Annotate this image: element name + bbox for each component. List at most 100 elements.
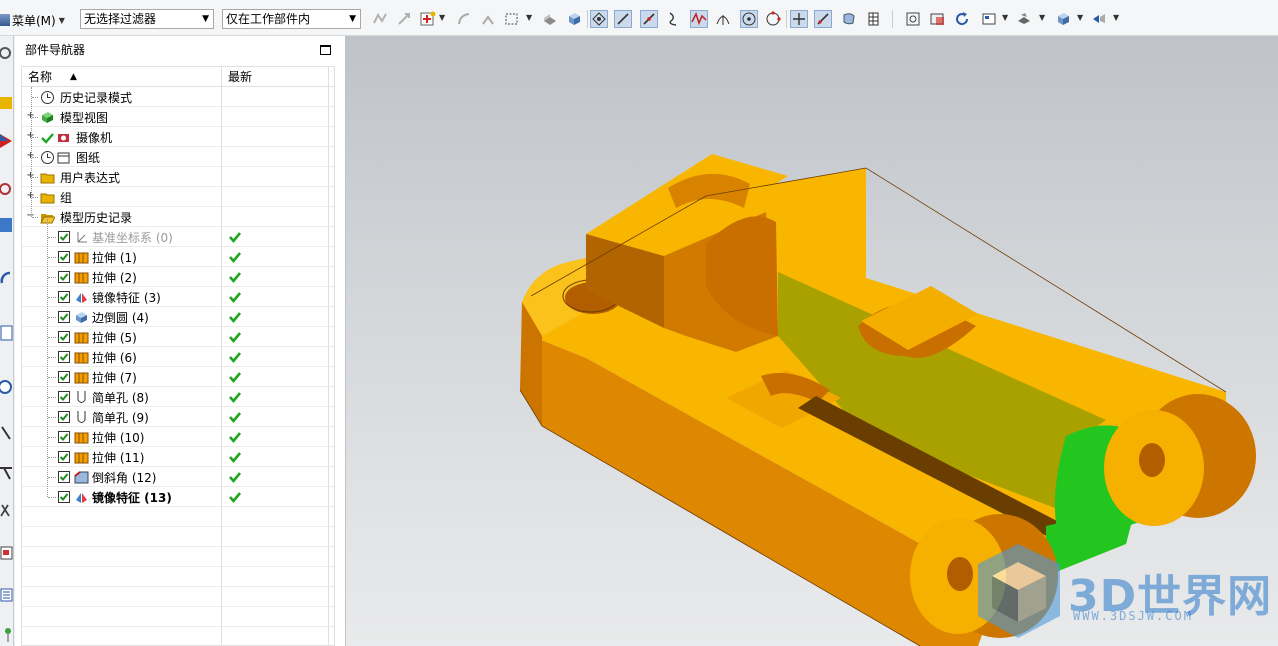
tree-node[interactable]: + 摄像机 <box>22 127 334 147</box>
intersect-icon[interactable] <box>714 10 732 28</box>
suppress-checkbox[interactable] <box>58 411 70 423</box>
suppress-checkbox[interactable] <box>58 371 70 383</box>
suppress-checkbox[interactable] <box>58 431 70 443</box>
process-studio-icon[interactable] <box>0 424 13 442</box>
assembly-navigator-icon[interactable] <box>0 94 13 112</box>
column-header-attached[interactable]: 附 <box>329 67 334 87</box>
face-icon[interactable] <box>840 10 858 28</box>
part-navigator-icon[interactable] <box>0 180 13 198</box>
suppress-checkbox[interactable] <box>58 251 70 263</box>
snap-point-icon[interactable] <box>419 10 437 28</box>
feature-row[interactable]: 简单孔 (8) <box>22 387 334 407</box>
feature-row[interactable]: 镜像特征 (3) <box>22 287 334 307</box>
gear-icon[interactable] <box>0 44 13 62</box>
history-icon[interactable] <box>0 324 13 342</box>
wave-icon[interactable] <box>690 10 708 28</box>
empty-row[interactable] <box>22 567 334 587</box>
zoom-window-icon[interactable] <box>929 10 947 28</box>
palette-icon[interactable] <box>0 544 13 562</box>
curve-icon[interactable] <box>664 10 682 28</box>
selection-box-icon[interactable] <box>503 10 521 28</box>
chevron-down-icon[interactable]: ▼ <box>1039 13 1045 22</box>
constraint-navigator-icon[interactable] <box>0 132 13 150</box>
feature-row[interactable]: 拉伸 (6) <box>22 347 334 367</box>
solid-box-icon[interactable] <box>565 10 583 28</box>
feature-row[interactable]: 拉伸 (7) <box>22 367 334 387</box>
point-on-curve-icon[interactable] <box>790 10 808 28</box>
fit-view-icon[interactable] <box>904 10 922 28</box>
render-style-icon[interactable] <box>980 10 998 28</box>
suppress-checkbox[interactable] <box>58 331 70 343</box>
maximize-icon[interactable] <box>320 45 331 55</box>
tree-node[interactable]: + 用户表达式 <box>22 167 334 187</box>
line-icon[interactable] <box>614 10 632 28</box>
feature-row[interactable]: 拉伸 (10) <box>22 427 334 447</box>
suppress-checkbox[interactable] <box>58 491 70 503</box>
feature-row[interactable]: 边倒圆 (4) <box>22 307 334 327</box>
midpoint-icon[interactable] <box>640 10 658 28</box>
graphics-viewport[interactable]: 3D世界网 WWW.3DSJW.COM <box>346 36 1278 646</box>
reuse-library-icon[interactable] <box>0 216 13 234</box>
model-view-icon <box>40 110 55 125</box>
suppress-checkbox[interactable] <box>58 391 70 403</box>
menu-button[interactable]: 菜单(M) ▼ <box>0 8 69 32</box>
suppress-checkbox[interactable] <box>58 311 70 323</box>
feature-row[interactable]: 拉伸 (1) <box>22 247 334 267</box>
tree-node[interactable]: + 图纸 <box>22 147 334 167</box>
orient-icon[interactable] <box>1054 10 1072 28</box>
feature-row[interactable]: 拉伸 (11) <box>22 447 334 467</box>
tree-node[interactable]: + 模型视图 <box>22 107 334 127</box>
tree-node[interactable]: + 组 <box>22 187 334 207</box>
view-triad-icon[interactable] <box>1090 10 1108 28</box>
column-header-latest[interactable]: 最新 <box>222 67 329 87</box>
feature-row[interactable]: 镜像特征 (13) <box>22 487 334 507</box>
part-model[interactable] <box>346 36 1278 646</box>
clock-icon[interactable] <box>0 378 13 396</box>
tree-node[interactable]: − 模型历史记录 <box>22 207 334 227</box>
feature-row[interactable]: 拉伸 (2) <box>22 267 334 287</box>
chevron-down-icon[interactable]: ▼ <box>1002 13 1008 22</box>
snap-end-icon[interactable] <box>590 10 608 28</box>
select-feature-icon[interactable] <box>371 10 389 28</box>
column-header-name[interactable]: 名称 ▲ <box>22 67 222 87</box>
tree-node[interactable]: 历史记录模式 <box>22 87 334 107</box>
selection-scope-select[interactable]: 仅在工作部件内 ▼ <box>222 9 361 29</box>
chevron-down-icon[interactable]: ▼ <box>526 13 532 22</box>
empty-row[interactable] <box>22 527 334 547</box>
suppress-checkbox[interactable] <box>58 291 70 303</box>
feature-row[interactable]: 倒斜角 (12) <box>22 467 334 487</box>
curve-rule-icon[interactable] <box>455 10 473 28</box>
chevron-down-icon[interactable]: ▼ <box>1113 13 1119 22</box>
suppress-checkbox[interactable] <box>58 471 70 483</box>
chevron-down-icon[interactable]: ▼ <box>1077 13 1083 22</box>
chevron-down-icon: ▼ <box>202 14 209 24</box>
chevron-down-icon[interactable]: ▼ <box>439 13 445 22</box>
suppress-checkbox[interactable] <box>58 231 70 243</box>
feature-row[interactable]: 拉伸 (5) <box>22 327 334 347</box>
body-rule-icon[interactable] <box>479 10 497 28</box>
selection-filter-select[interactable]: 无选择过滤器 ▼ <box>80 9 214 29</box>
suppress-checkbox[interactable] <box>58 351 70 363</box>
empty-row[interactable] <box>22 507 334 527</box>
pin-icon[interactable] <box>0 626 13 644</box>
web-browser-icon[interactable] <box>0 268 13 286</box>
quadrant-icon[interactable] <box>764 10 782 28</box>
feature-row[interactable]: 简单孔 (9) <box>22 407 334 427</box>
empty-row[interactable] <box>22 547 334 567</box>
system-scene-icon[interactable] <box>0 502 13 520</box>
suppress-checkbox[interactable] <box>58 451 70 463</box>
select-edge-icon[interactable] <box>395 10 413 28</box>
layer-icon[interactable] <box>1015 10 1033 28</box>
empty-row[interactable] <box>22 607 334 627</box>
shade-icon[interactable] <box>541 10 559 28</box>
rotate-icon[interactable] <box>953 10 971 28</box>
empty-row[interactable] <box>22 587 334 607</box>
roles-icon[interactable] <box>0 464 13 482</box>
tangent-icon[interactable] <box>814 10 832 28</box>
list-icon[interactable] <box>0 586 13 604</box>
suppress-checkbox[interactable] <box>58 271 70 283</box>
feature-row[interactable]: 基准坐标系 (0) <box>22 227 334 247</box>
empty-row[interactable] <box>22 627 334 645</box>
table-icon[interactable] <box>864 10 882 28</box>
center-icon[interactable] <box>740 10 758 28</box>
